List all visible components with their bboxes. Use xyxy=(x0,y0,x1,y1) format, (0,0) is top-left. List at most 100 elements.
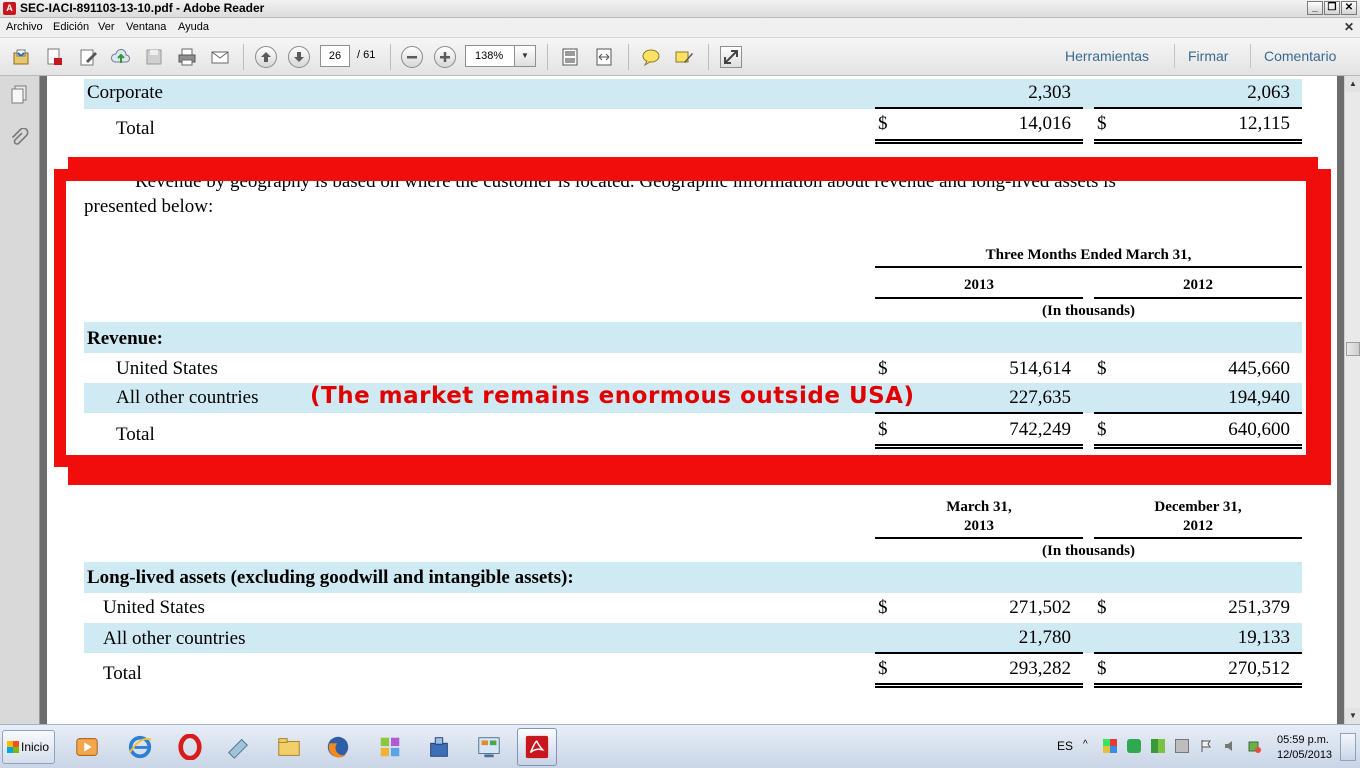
dollar-sign: $ xyxy=(878,597,888,618)
language-indicator[interactable]: ES xyxy=(1057,739,1073,753)
minimize-button[interactable]: _ xyxy=(1307,1,1323,15)
window-title: SEC-IACI-891103-13-10.pdf - Adobe Reader xyxy=(20,1,265,15)
taskbar: Inicio ES ^ 05:59 p.m. 12/05/2013 xyxy=(0,724,1360,768)
clock-date: 12/05/2013 xyxy=(1277,749,1333,761)
comment-link[interactable]: Comentario xyxy=(1264,48,1336,64)
upload-cloud-icon[interactable] xyxy=(110,46,132,68)
title-bar: A SEC-IACI-891103-13-10.pdf - Adobe Read… xyxy=(0,0,1360,18)
pdf-page: Corporate 2,303 2,063 Total $ 14,016 $ 1… xyxy=(47,76,1337,724)
opera-browser-icon[interactable] xyxy=(170,728,210,766)
menu-ver[interactable]: Ver xyxy=(98,21,115,33)
menu-ventana[interactable]: Ventana xyxy=(126,21,166,33)
corporate-2013-value: 2,303 xyxy=(1028,82,1071,103)
toolbar-separator xyxy=(708,44,709,70)
apps-grid-icon[interactable] xyxy=(370,728,410,766)
system-clock[interactable]: 05:59 p.m. 12/05/2013 xyxy=(1277,733,1332,763)
assets-units-header: (In thousands) xyxy=(1042,543,1135,559)
dollar-sign: $ xyxy=(1097,113,1107,134)
double-underline xyxy=(1094,139,1302,144)
volume-icon[interactable] xyxy=(1223,739,1237,753)
comment-icon[interactable] xyxy=(640,46,662,68)
file-explorer-icon[interactable] xyxy=(269,728,309,766)
show-desktop-button[interactable] xyxy=(1340,733,1356,761)
close-document-icon[interactable]: ✕ xyxy=(1344,20,1354,34)
row-label-corporate: Corporate xyxy=(87,82,163,103)
attachments-paperclip-icon[interactable] xyxy=(8,127,30,150)
underline xyxy=(1094,107,1302,109)
full-screen-icon[interactable] xyxy=(720,46,742,68)
double-underline xyxy=(1094,683,1302,688)
firefox-icon[interactable] xyxy=(318,728,358,766)
print-icon[interactable] xyxy=(176,46,198,68)
scroll-down-arrow-icon[interactable]: ▼ xyxy=(1345,708,1360,724)
scroll-up-arrow-icon[interactable]: ▲ xyxy=(1345,76,1360,92)
open-file-icon[interactable] xyxy=(10,46,32,68)
zoom-in-button[interactable] xyxy=(434,46,456,68)
zoom-dropdown-chevron-icon[interactable]: ▼ xyxy=(514,45,536,67)
clock-time: 05:59 p.m. xyxy=(1277,734,1329,746)
tray-app-icon[interactable] xyxy=(1151,739,1165,753)
total-2013-value: 14,016 xyxy=(1018,113,1071,134)
row-label-total: Total xyxy=(103,663,142,684)
scrollbar-thumb[interactable] xyxy=(1346,342,1360,356)
email-icon[interactable] xyxy=(209,46,231,68)
save-icon[interactable] xyxy=(143,46,165,68)
assets-col1-header: March 31, 2013 xyxy=(875,498,1083,536)
menu-ayuda[interactable]: Ayuda xyxy=(178,21,209,33)
menu-archivo[interactable]: Archivo xyxy=(6,21,43,33)
create-pdf-icon[interactable] xyxy=(43,46,65,68)
restore-button[interactable]: ❐ xyxy=(1324,1,1340,15)
assets-col1-header-line2: 2013 xyxy=(964,518,994,534)
show-hidden-icons-icon[interactable]: ^ xyxy=(1083,739,1097,753)
network-app-icon[interactable] xyxy=(419,728,459,766)
toolbar-separator xyxy=(243,44,244,70)
zoom-out-button[interactable] xyxy=(401,46,423,68)
total-assets-2012: 270,512 xyxy=(1228,658,1290,679)
toolbar-separator xyxy=(1174,44,1175,68)
tray-device-icon[interactable] xyxy=(1175,739,1189,753)
us-assets-2012: 251,379 xyxy=(1228,597,1290,618)
document-view[interactable]: Corporate 2,303 2,063 Total $ 14,016 $ 1… xyxy=(41,76,1344,724)
edit-document-icon[interactable] xyxy=(77,46,99,68)
fit-width-icon[interactable] xyxy=(593,46,615,68)
internet-explorer-icon[interactable] xyxy=(120,728,160,766)
close-window-button[interactable]: ✕ xyxy=(1341,1,1357,15)
dollar-sign: $ xyxy=(1097,658,1107,679)
media-player-icon[interactable] xyxy=(67,728,107,766)
tray-app-icon[interactable] xyxy=(1103,739,1117,753)
power-battery-icon[interactable] xyxy=(1247,739,1261,753)
row-label-united-states: United States xyxy=(103,597,205,618)
toolbar-separator xyxy=(628,44,629,70)
fit-page-icon[interactable] xyxy=(559,46,581,68)
start-button[interactable]: Inicio xyxy=(2,730,55,764)
tools-link[interactable]: Herramientas xyxy=(1065,48,1149,64)
red-highlight-edge xyxy=(68,467,1331,485)
menu-edicion[interactable]: Edición xyxy=(53,21,89,33)
double-underline xyxy=(875,139,1083,144)
adobe-reader-task-icon[interactable] xyxy=(517,728,557,766)
control-panel-icon[interactable] xyxy=(469,728,509,766)
notebook-app-icon[interactable] xyxy=(218,728,258,766)
action-center-flag-icon[interactable] xyxy=(1199,739,1213,753)
sign-link[interactable]: Firmar xyxy=(1188,48,1228,64)
tray-sync-icon[interactable] xyxy=(1127,739,1141,753)
next-page-button[interactable] xyxy=(288,46,310,68)
table-row-band xyxy=(84,623,1302,653)
highlight-text-icon[interactable] xyxy=(673,46,695,68)
toolbar-separator xyxy=(1250,44,1251,68)
page-thumbnails-icon[interactable] xyxy=(8,84,30,106)
row-label-total: Total xyxy=(116,118,155,139)
vertical-scrollbar[interactable]: ▲ ▼ xyxy=(1344,76,1360,724)
assets-col2-header: December 31, 2012 xyxy=(1094,498,1302,536)
toolbar-separator xyxy=(390,44,391,70)
table-row-band xyxy=(84,79,1302,109)
page-number-input[interactable]: 26 xyxy=(320,45,350,67)
total-2012-value: 12,115 xyxy=(1238,113,1290,134)
dollar-sign: $ xyxy=(878,113,888,134)
red-highlight-box xyxy=(54,169,1318,467)
total-assets-2013: 293,282 xyxy=(1009,658,1071,679)
previous-page-button[interactable] xyxy=(255,46,277,68)
dollar-sign: $ xyxy=(878,658,888,679)
page-total: / 61 xyxy=(357,49,376,61)
zoom-level-input[interactable]: 138% xyxy=(465,45,515,67)
